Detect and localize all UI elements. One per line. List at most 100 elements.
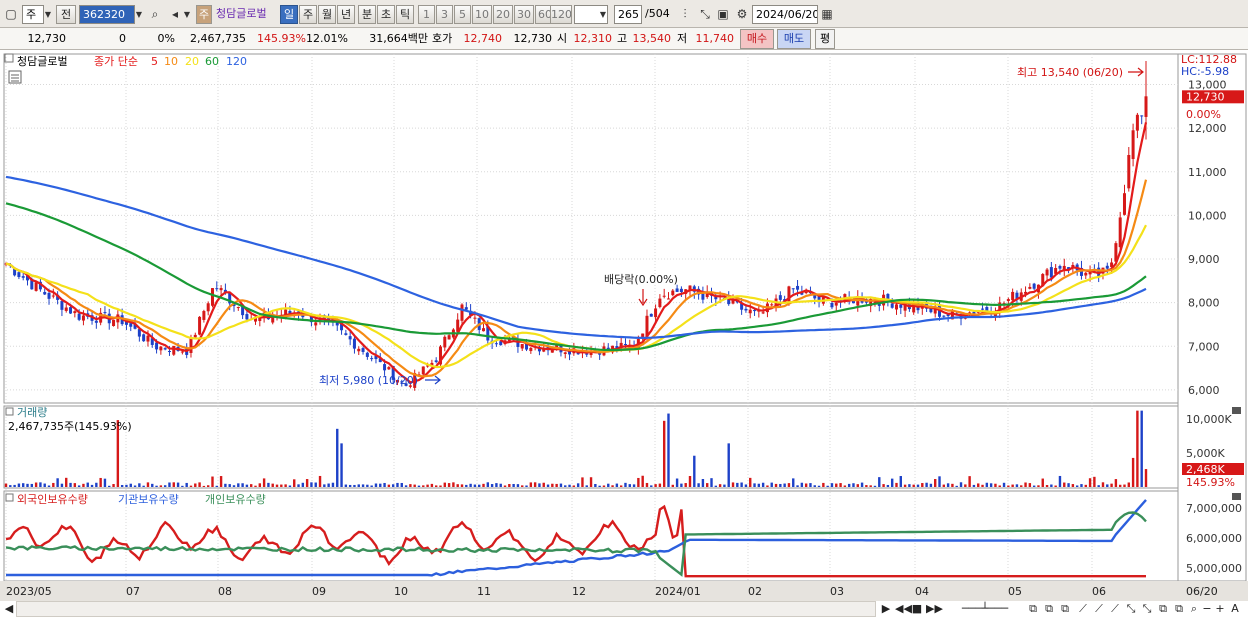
interval-dropdown-icon[interactable]: ▼ xyxy=(597,6,609,23)
sell-button[interactable]: 매도 xyxy=(777,29,811,49)
volume-bar xyxy=(628,484,631,487)
interval-20[interactable]: 20 xyxy=(493,5,513,24)
candle-body xyxy=(365,352,369,357)
change-value: 0 xyxy=(119,32,126,45)
candle-icon[interactable]: ⫶ xyxy=(676,5,694,24)
volume-bar xyxy=(499,483,502,487)
buy-button[interactable]: 매수 xyxy=(740,29,774,49)
zoom-in-icon[interactable]: + xyxy=(1214,601,1226,617)
speaker-dropdown-icon[interactable]: ▼ xyxy=(181,6,193,23)
interval-3[interactable]: 3 xyxy=(436,5,453,24)
eval-button[interactable]: 평 xyxy=(815,29,835,49)
copy-icon[interactable]: ⧉ xyxy=(1156,601,1170,617)
period-year[interactable]: 년 xyxy=(337,5,355,24)
search-icon[interactable]: ⌕ xyxy=(146,5,164,24)
volume-bar xyxy=(460,484,464,487)
volume-bar xyxy=(443,482,446,487)
interval-30[interactable]: 30 xyxy=(514,5,534,24)
volume-bar xyxy=(1037,485,1040,487)
save-icon[interactable]: ▣ xyxy=(714,5,732,24)
volume-bar xyxy=(340,443,343,487)
stock-chart[interactable]: 13,00012,00011,00010,0009,0008,0007,0006… xyxy=(0,50,1248,601)
zoom-out-icon[interactable]: − xyxy=(1201,601,1213,617)
zoom-search-icon[interactable]: ⌕ xyxy=(1188,601,1200,617)
volume-bar xyxy=(181,485,184,487)
volume-bar xyxy=(706,483,709,487)
calendar-icon[interactable]: ▦ xyxy=(818,5,836,24)
scrollbar-track[interactable] xyxy=(16,601,876,617)
draw-line5-icon[interactable]: ⤡ xyxy=(1140,601,1154,617)
volume-bar xyxy=(159,485,163,487)
forward-icon[interactable]: ▶▶ xyxy=(926,601,943,617)
window-icon[interactable]: ⧉ xyxy=(1026,601,1040,617)
candle-body xyxy=(202,311,206,320)
holdings-panel-close-icon[interactable] xyxy=(1232,493,1241,500)
gear-icon[interactable]: ⚙ xyxy=(733,5,751,24)
draw-line2-icon[interactable]: ⟋ xyxy=(1092,601,1106,617)
prev-button[interactable]: 전 xyxy=(56,5,76,24)
volume-bar xyxy=(934,479,937,487)
chevron-down-icon[interactable]: ▼ xyxy=(42,6,54,23)
bid-price: 12,730 xyxy=(513,32,553,45)
candle-body xyxy=(43,291,47,295)
candle-body xyxy=(1049,267,1053,278)
stop-icon[interactable]: ■ xyxy=(911,601,923,617)
volume-bar xyxy=(839,483,842,487)
volume-bar xyxy=(336,428,339,487)
candle-body xyxy=(1011,291,1015,301)
count-input[interactable]: 265 xyxy=(614,5,642,24)
volume-bar xyxy=(873,485,877,487)
volume-bar xyxy=(275,484,279,487)
volume-bar xyxy=(1093,476,1096,487)
holdings-axis-low: 5,000,000 xyxy=(1186,562,1242,575)
interval-120[interactable]: 120 xyxy=(550,5,572,24)
scroll-left-icon[interactable]: ◀ xyxy=(4,601,14,617)
interval-1[interactable]: 1 xyxy=(418,5,435,24)
zoom-slider[interactable]: ───┴─── xyxy=(945,601,1025,617)
period-month[interactable]: 월 xyxy=(318,5,336,24)
candle-body xyxy=(1105,265,1109,269)
scroll-right-icon[interactable]: ▶ xyxy=(880,601,892,617)
layout-icon[interactable]: ▢ xyxy=(2,5,20,24)
draw-line3-icon[interactable]: ⟋ xyxy=(1108,601,1122,617)
image-icon[interactable]: ⧉ xyxy=(1172,601,1186,617)
volume-bar xyxy=(667,413,670,487)
candle-body xyxy=(81,315,85,321)
volume-bar xyxy=(955,485,958,487)
draw-line-icon[interactable]: ⟋ xyxy=(1076,601,1090,617)
volume-bar xyxy=(989,483,993,487)
period-tick[interactable]: 틱 xyxy=(396,5,414,24)
draw-line4-icon[interactable]: ⤡ xyxy=(1124,601,1138,617)
volume-bar xyxy=(675,478,679,487)
period-second[interactable]: 초 xyxy=(377,5,395,24)
volume-bar xyxy=(103,478,107,487)
draw-tool-icon[interactable]: ⤡ xyxy=(696,5,714,24)
volume-bar xyxy=(516,484,520,487)
stock-badge: 주 xyxy=(196,5,212,24)
window2-icon[interactable]: ⧉ xyxy=(1042,601,1056,617)
date-input[interactable]: 2024/06/20 xyxy=(752,5,818,24)
window3-icon[interactable]: ⧉ xyxy=(1058,601,1072,617)
volume-bar xyxy=(224,483,227,487)
candle-body xyxy=(654,308,658,318)
period-minute[interactable]: 분 xyxy=(358,5,376,24)
market-type-select[interactable]: 주 xyxy=(22,5,44,24)
volume-bar xyxy=(90,484,94,487)
auto-scale-icon[interactable]: A xyxy=(1228,601,1242,617)
candle-body xyxy=(60,301,64,310)
candle-body xyxy=(1127,155,1131,189)
interval-5[interactable]: 5 xyxy=(454,5,471,24)
stock-code-input[interactable]: 362320 xyxy=(79,5,135,24)
interval-10[interactable]: 10 xyxy=(472,5,492,24)
rewind-icon[interactable]: ◀◀ xyxy=(895,601,912,617)
period-week[interactable]: 주 xyxy=(299,5,317,24)
volume-panel-close-icon[interactable] xyxy=(1232,407,1241,414)
code-dropdown-icon[interactable]: ▼ xyxy=(133,6,145,23)
volume-bar xyxy=(757,483,761,487)
volume-bar xyxy=(886,484,890,487)
volume-bar xyxy=(761,482,765,487)
period-day[interactable]: 일 xyxy=(280,5,298,24)
legend-ma120: 120 xyxy=(226,55,247,68)
volume-bar xyxy=(17,483,21,487)
candle-body xyxy=(623,344,627,346)
